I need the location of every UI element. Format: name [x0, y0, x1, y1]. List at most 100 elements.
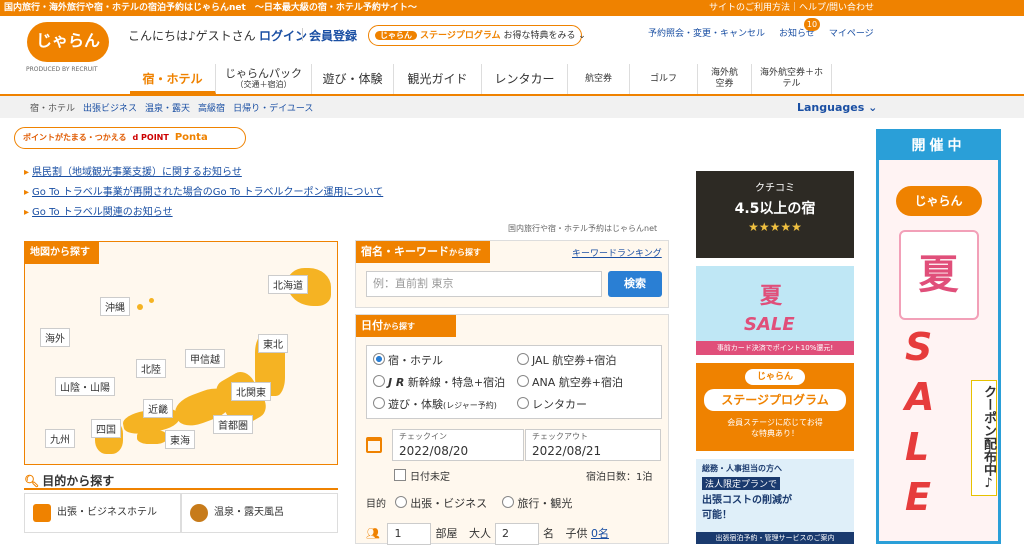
notice-link-2[interactable]: Go To トラベル事業が再開された場合のGo To トラベルクーポン運用につい…	[24, 183, 383, 198]
tab-guide[interactable]: 観光ガイド	[394, 64, 482, 94]
stage-logo: じゃらん	[375, 31, 417, 40]
purpose-search-title: 🔍︎ 目的から探す	[24, 472, 114, 489]
region-kita-kanto[interactable]: 北関東	[231, 382, 271, 401]
region-hokuriku[interactable]: 北陸	[136, 359, 166, 378]
region-shutoken[interactable]: 首都圏	[213, 415, 253, 434]
jalan-logo[interactable]: じゃらん	[27, 22, 109, 62]
keyword-ranking-link[interactable]: キーワードランキング	[572, 246, 662, 259]
search-icon: 🔍︎	[24, 474, 40, 488]
radio-sightseeing[interactable]: 旅行・観光	[502, 497, 572, 510]
big-ad-coupon: クーポン配布中♪	[971, 380, 997, 496]
notice-link-1[interactable]: 県民割（地域観光事業支援）に関するお知らせ	[24, 163, 242, 178]
tab-golf[interactable]: ゴルフ	[630, 64, 698, 94]
subnav-dayuse[interactable]: 日帰り・デイユース	[233, 104, 313, 114]
big-ad-summer: 夏	[898, 230, 979, 320]
region-tohoku[interactable]: 東北	[258, 334, 288, 353]
adults-select[interactable]: 2	[494, 523, 539, 545]
region-okinawa[interactable]: 沖縄	[100, 297, 130, 316]
tab-overseas-air-hotel[interactable]: 海外航空券＋ホテル	[752, 64, 832, 94]
tab-overseas-air[interactable]: 海外航空券	[698, 64, 752, 94]
purpose-onsen[interactable]: 温泉・露天風呂	[181, 493, 338, 533]
tab-jalan-pack[interactable]: じゃらんパック （交通＋宿泊）	[216, 64, 312, 94]
radio-jal[interactable]: JAL 航空券+宿泊	[517, 352, 616, 368]
region-sanin-sanyo[interactable]: 山陰・山陽	[55, 377, 115, 396]
points-banner[interactable]: ポイントがたまる・つかえる d POINT Ponta	[14, 127, 246, 149]
radio-hotel[interactable]: 宿・ホテル	[373, 352, 443, 368]
checkout-label: チェックアウト	[532, 432, 588, 441]
header-links: 予約照会・変更・キャンセル お知らせ マイページ	[648, 26, 888, 39]
notification-badge: 10	[804, 18, 820, 31]
adults-label: 大人	[468, 527, 491, 540]
checkin-label: チェックイン	[399, 432, 447, 441]
dpoint-logo: d POINT	[132, 133, 169, 142]
languages-dropdown[interactable]: Languages ⌄	[797, 101, 877, 114]
region-koshinetsu[interactable]: 甲信越	[185, 349, 225, 368]
children-link[interactable]: 0名	[591, 527, 609, 540]
subnav-business[interactable]: 出張ビジネス	[83, 104, 137, 114]
region-kinki[interactable]: 近畿	[143, 399, 173, 418]
rooms-select[interactable]: 1	[387, 523, 432, 545]
page-tag: 国内旅行や宿・ホテル予約はじゃらんnet	[508, 224, 658, 233]
ponta-logo: Ponta	[174, 132, 208, 143]
people-icon: 👥︎	[366, 527, 380, 540]
tab-hotel[interactable]: 宿・ホテル	[130, 64, 216, 94]
search-type-radios: 宿・ホテル J R 新幹線・特急+宿泊 遊び・体験(レジャー予約) JAL 航空…	[366, 345, 662, 419]
notice-link-3[interactable]: Go To トラベル関連のお知らせ	[24, 203, 173, 218]
radio-ana[interactable]: ANA 航空券+宿泊	[517, 374, 623, 390]
checkout-field[interactable]: チェックアウト 2022/08/21	[525, 429, 661, 461]
ad4-line3: 出張コストの削減が可能！	[702, 495, 792, 521]
business-trip-ad-banner[interactable]: 総務・人事担当の方へ 法人限定プランで 出張コストの削減が可能！ 出張宿泊予約・…	[696, 459, 854, 544]
region-tokai[interactable]: 東海	[165, 430, 195, 449]
review-ad-banner[interactable]: クチコミ 4.5以上の宿 ★★★★★	[696, 171, 854, 258]
region-overseas[interactable]: 海外	[40, 328, 70, 347]
stage-cta: お得な特典をみる ⌄	[503, 31, 586, 41]
big-ad-sale: SALE	[905, 325, 935, 519]
radio-activity-sub: (レジャー予約)	[443, 401, 497, 410]
stage-program-button[interactable]: じゃらん ステージプログラム お得な特典をみる ⌄	[368, 25, 586, 46]
login-link[interactable]: ログイン	[259, 27, 307, 44]
subnav-onsen[interactable]: 温泉・露天	[145, 104, 190, 114]
purpose-business-hotel[interactable]: 出張・ビジネスホテル	[24, 493, 181, 533]
summer-sale-ad-banner[interactable]: 夏 SALE 事前カード決済でポイント10%還元!	[696, 266, 854, 355]
register-link[interactable]: 会員登録	[309, 27, 357, 44]
region-shikoku[interactable]: 四国	[91, 419, 121, 438]
map-search-panel: 地図から探す 北海道 沖縄 海外 東北 甲信越 北陸 北関東 山陰・山陽 近畿 …	[24, 241, 338, 465]
keyword-input[interactable]: 例：直前割 東京	[366, 271, 602, 297]
region-kyushu[interactable]: 九州	[45, 429, 75, 448]
tab-jalan-pack-label: じゃらんパック	[225, 67, 302, 80]
jr-logo: J R	[388, 376, 405, 389]
ad3-note: 会員ステージに応じてお得な特典あり！	[727, 418, 823, 438]
summer-sale-side-banner[interactable]: 開催中 じゃらん 夏 SALE クーポン配布中♪	[876, 129, 1001, 544]
big-ad-logo: じゃらん	[895, 186, 982, 216]
ad4-line1: 総務・人事担当の方へ	[702, 464, 782, 473]
ad1-stars: ★★★★★	[748, 220, 802, 234]
ad1-main: 4.5以上の宿	[734, 201, 816, 217]
keyword-title-main: 宿名・キーワード	[361, 245, 449, 258]
tab-activity[interactable]: 遊び・体験	[312, 64, 394, 94]
date-search-panel: 日付から探す 宿・ホテル J R 新幹線・特急+宿泊 遊び・体験(レジャー予約)…	[355, 314, 669, 545]
ad4-line2: 法人限定プランで	[702, 477, 781, 490]
date-title: 日付から探す	[356, 315, 456, 337]
reservation-link[interactable]: 予約照会・変更・キャンセル	[648, 29, 765, 39]
ad3-logo: じゃらん	[745, 369, 805, 385]
region-hokkaido[interactable]: 北海道	[268, 275, 308, 294]
trip-purpose-label: 目的	[366, 499, 386, 510]
stage-program-ad-banner[interactable]: じゃらん ステージプログラム 会員ステージに応じてお得な特典あり！	[696, 363, 854, 451]
radio-rentacar[interactable]: レンタカー	[517, 396, 587, 412]
mypage-link[interactable]: マイページ	[829, 29, 874, 39]
ad4-line4: 出張宿泊予約・管理サービスのご案内	[696, 532, 854, 544]
top-info-bar: 国内旅行・海外旅行や宿・ホテルの宿泊予約はじゃらんnet ～日本最大級の宿・ホテ…	[0, 0, 1024, 16]
subnav-luxury[interactable]: 高級宿	[198, 104, 225, 114]
radio-jr[interactable]: J R 新幹線・特急+宿泊	[373, 374, 505, 390]
rooms-guests: 👥︎ 1 部屋 大人 2 名 子供 0名	[366, 523, 609, 545]
tab-air[interactable]: 航空券	[568, 64, 630, 94]
date-title-small: から探す	[383, 322, 415, 331]
tab-rentacar[interactable]: レンタカー	[482, 64, 568, 94]
help-links[interactable]: サイトのご利用方法｜ヘルプ/問い合わせ	[709, 0, 874, 16]
subnav-hotel[interactable]: 宿・ホテル	[30, 104, 75, 114]
radio-business-trip[interactable]: 出張・ビジネス	[395, 497, 487, 510]
date-undecided-checkbox[interactable]: 日付未定	[394, 468, 450, 483]
radio-activity[interactable]: 遊び・体験(レジャー予約)	[373, 396, 497, 412]
search-button[interactable]: 検索	[608, 271, 662, 297]
checkin-field[interactable]: チェックイン 2022/08/20	[392, 429, 524, 461]
